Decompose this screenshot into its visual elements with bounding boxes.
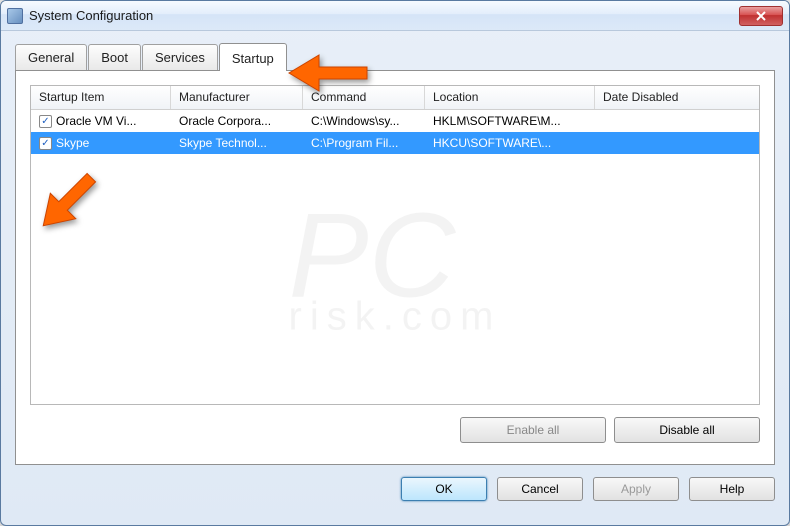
close-button[interactable] — [739, 6, 783, 26]
column-location[interactable]: Location — [425, 86, 595, 109]
checkbox[interactable]: ✓ — [39, 115, 52, 128]
cancel-button[interactable]: Cancel — [497, 477, 583, 501]
tab-general[interactable]: General — [15, 44, 87, 70]
annotation-arrow-row — [31, 161, 105, 241]
ok-button[interactable]: OK — [401, 477, 487, 501]
startup-panel: Startup Item Manufacturer Command Locati… — [15, 70, 775, 465]
cell-manufacturer: Oracle Corpora... — [171, 114, 303, 128]
cell-startup-item: Skype — [56, 136, 89, 150]
list-body: ✓ Oracle VM Vi... Oracle Corpora... C:\W… — [31, 110, 759, 154]
help-button[interactable]: Help — [689, 477, 775, 501]
table-row[interactable]: ✓ Skype Skype Technol... C:\Program Fil.… — [31, 132, 759, 154]
tab-startup[interactable]: Startup — [219, 43, 287, 71]
close-icon — [755, 11, 767, 21]
cell-startup-item: Oracle VM Vi... — [56, 114, 136, 128]
table-row[interactable]: ✓ Oracle VM Vi... Oracle Corpora... C:\W… — [31, 110, 759, 132]
list-header: Startup Item Manufacturer Command Locati… — [31, 86, 759, 110]
startup-list[interactable]: Startup Item Manufacturer Command Locati… — [30, 85, 760, 405]
annotation-arrow-tab — [285, 43, 371, 103]
tab-services[interactable]: Services — [142, 44, 218, 70]
column-date-disabled[interactable]: Date Disabled — [595, 86, 759, 109]
disable-all-button[interactable]: Disable all — [614, 417, 760, 443]
column-manufacturer[interactable]: Manufacturer — [171, 86, 303, 109]
cell-command: C:\Program Fil... — [303, 136, 425, 150]
column-startup-item[interactable]: Startup Item — [31, 86, 171, 109]
system-configuration-window: System Configuration General Boot Servic… — [0, 0, 790, 526]
app-icon — [7, 8, 23, 24]
cell-location: HKCU\SOFTWARE\... — [425, 136, 595, 150]
titlebar: System Configuration — [1, 1, 789, 31]
cell-command: C:\Windows\sy... — [303, 114, 425, 128]
panel-buttons: Enable all Disable all — [30, 417, 760, 443]
tab-boot[interactable]: Boot — [88, 44, 141, 70]
apply-button[interactable]: Apply — [593, 477, 679, 501]
window-title: System Configuration — [29, 8, 739, 23]
cell-manufacturer: Skype Technol... — [171, 136, 303, 150]
cell-location: HKLM\SOFTWARE\M... — [425, 114, 595, 128]
dialog-buttons: OK Cancel Apply Help — [1, 465, 789, 501]
tab-strip: General Boot Services Startup — [1, 31, 789, 70]
enable-all-button[interactable]: Enable all — [460, 417, 606, 443]
checkbox[interactable]: ✓ — [39, 137, 52, 150]
